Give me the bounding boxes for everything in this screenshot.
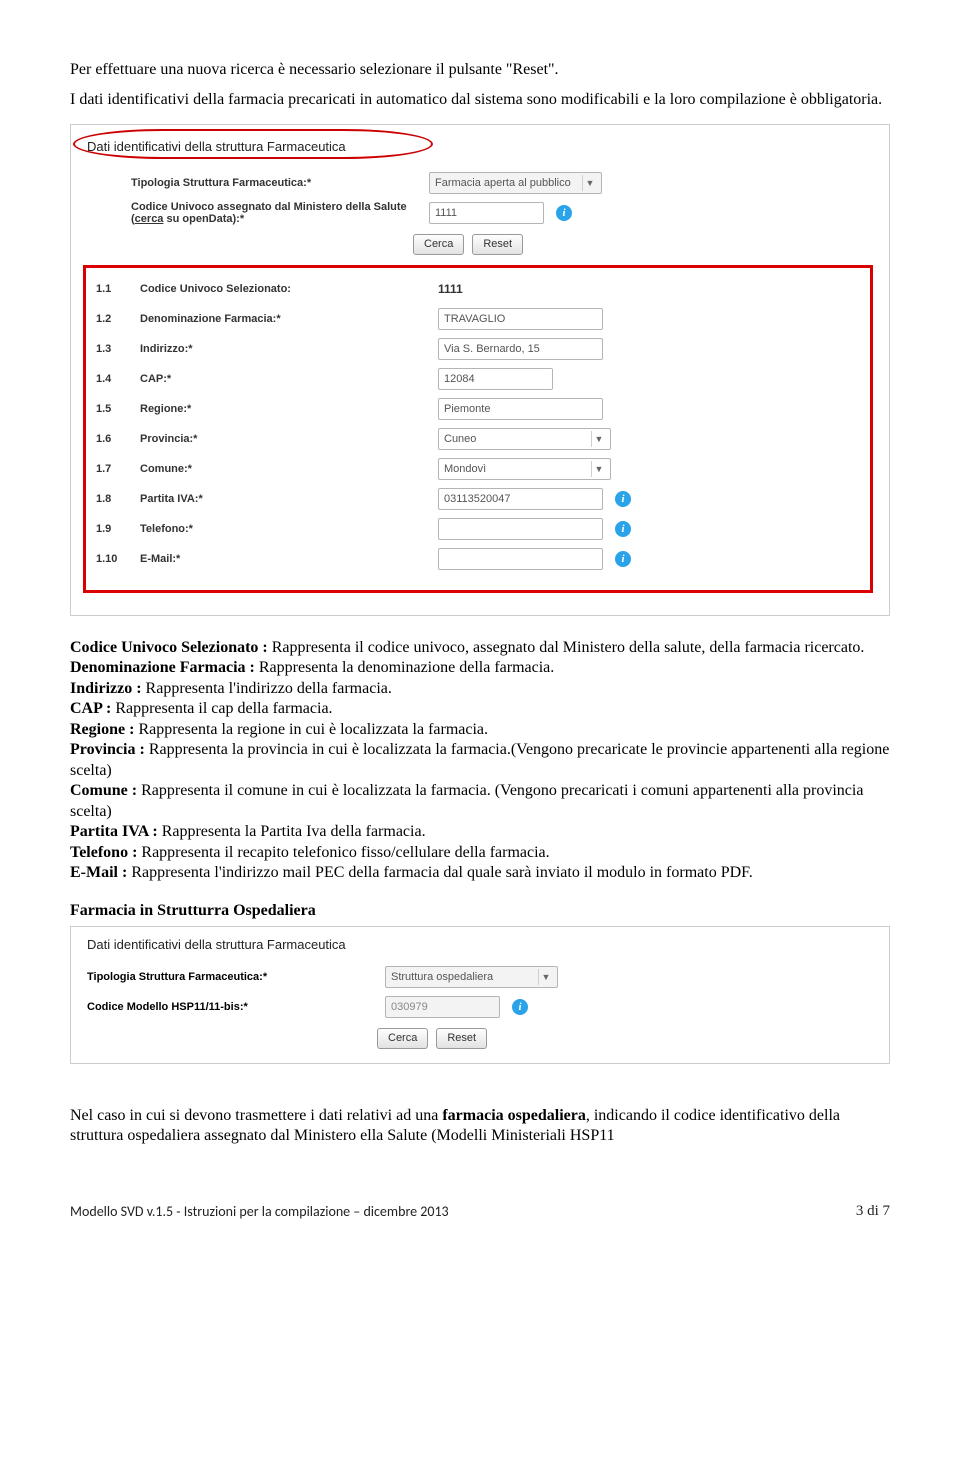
label-codice-hsp: Codice Modello HSP11/11-bis:* (87, 1001, 377, 1013)
label-denominazione: Denominazione Farmacia:* (140, 313, 430, 325)
cerca-button[interactable]: Cerca (413, 234, 464, 255)
desc-label: Telefono : (70, 844, 141, 861)
desc-label: Partita IVA : (70, 823, 162, 840)
desc-text: Rappresenta l'indirizzo della farmacia. (146, 680, 392, 697)
input-codice-univoco[interactable] (429, 202, 544, 224)
closing-bold: farmacia ospedaliera (442, 1107, 586, 1124)
form-panel-1: Dati identificativi della struttura Farm… (70, 124, 890, 616)
select-comune[interactable]: Mondovì ▼ (438, 458, 611, 480)
info-icon[interactable]: i (615, 521, 631, 537)
desc-label: Regione : (70, 721, 138, 738)
row-num: 1.4 (96, 373, 132, 385)
intro-line-2: I dati identificativi della farmacia pre… (70, 90, 890, 110)
row-num: 1.9 (96, 523, 132, 535)
field-descriptions: Codice Univoco Selezionato : Rappresenta… (70, 638, 890, 884)
desc-text: Rappresenta il codice univoco, assegnato… (272, 639, 865, 656)
select-tipologia-2-value: Struttura ospedaliera (391, 971, 493, 983)
row-num: 1.10 (96, 553, 132, 565)
info-icon[interactable]: i (556, 205, 572, 221)
desc-label: CAP : (70, 700, 115, 717)
input-partita-iva[interactable] (438, 488, 603, 510)
select-provincia-value: Cuneo (444, 433, 476, 445)
desc-label: Codice Univoco Selezionato : (70, 639, 272, 656)
form-panel-2: Dati identificativi della struttura Farm… (70, 926, 890, 1064)
select-tipologia-value: Farmacia aperta al pubblico (435, 177, 571, 189)
input-indirizzo[interactable] (438, 338, 603, 360)
panel2-title: Dati identificativi della struttura Farm… (87, 937, 873, 952)
subheading-ospedaliera: Farmacia in Strutturra Ospedaliera (70, 902, 890, 920)
reset-button[interactable]: Reset (472, 234, 523, 255)
desc-text: Rappresenta l'indirizzo mail PEC della f… (131, 864, 752, 881)
desc-label: Comune : (70, 782, 141, 799)
row-num: 1.6 (96, 433, 132, 445)
row-num: 1.3 (96, 343, 132, 355)
info-icon[interactable]: i (615, 551, 631, 567)
desc-text: Rappresenta la provincia in cui è locali… (70, 741, 889, 778)
chevron-down-icon: ▼ (591, 431, 606, 447)
row-num: 1.2 (96, 313, 132, 325)
desc-label: Provincia : (70, 741, 149, 758)
select-tipologia[interactable]: Farmacia aperta al pubblico ▼ (429, 172, 602, 194)
input-codice-hsp[interactable] (385, 996, 500, 1018)
chevron-down-icon: ▼ (538, 969, 553, 985)
label-partita-iva: Partita IVA:* (140, 493, 430, 505)
footer-page-number: 3 di 7 (856, 1203, 890, 1220)
desc-label: Denominazione Farmacia : (70, 659, 259, 676)
row-num: 1.8 (96, 493, 132, 505)
intro-block: Per effettuare una nuova ricerca è neces… (70, 60, 890, 110)
label-telefono: Telefono:* (140, 523, 430, 535)
desc-text: Rappresenta il comune in cui è localizza… (70, 782, 863, 819)
input-email[interactable] (438, 548, 603, 570)
label-tipologia-2: Tipologia Struttura Farmaceutica:* (87, 971, 377, 983)
desc-text: Rappresenta il recapito telefonico fisso… (141, 844, 549, 861)
row-num: 1.1 (96, 283, 132, 295)
info-icon[interactable]: i (512, 999, 528, 1015)
reset-button-2[interactable]: Reset (436, 1028, 487, 1049)
label-email: E-Mail:* (140, 553, 430, 565)
label-provincia: Provincia:* (140, 433, 430, 445)
desc-text: Rappresenta il cap della farmacia. (115, 700, 332, 717)
select-provincia[interactable]: Cuneo ▼ (438, 428, 611, 450)
chevron-down-icon: ▼ (582, 175, 597, 191)
cerca-opendata-link[interactable]: cerca (135, 213, 164, 225)
input-cap[interactable] (438, 368, 553, 390)
input-regione[interactable] (438, 398, 603, 420)
desc-label: E-Mail : (70, 864, 131, 881)
desc-text: Rappresenta la regione in cui è localizz… (138, 721, 488, 738)
desc-text: Rappresenta la denominazione della farma… (259, 659, 554, 676)
page-footer: Modello SVD v.1.5 - Istruzioni per la co… (70, 1197, 890, 1220)
select-comune-value: Mondovì (444, 463, 486, 475)
desc-label: Indirizzo : (70, 680, 146, 697)
row-num: 1.7 (96, 463, 132, 475)
info-icon[interactable]: i (615, 491, 631, 507)
closing-text-a: Nel caso in cui si devono trasmettere i … (70, 1107, 442, 1124)
input-denominazione[interactable] (438, 308, 603, 330)
footer-left: Modello SVD v.1.5 - Istruzioni per la co… (70, 1203, 449, 1220)
panel1-title: Dati identificativi della struttura Farm… (87, 139, 346, 154)
intro-line-1: Per effettuare una nuova ricerca è neces… (70, 60, 890, 80)
label-regione: Regione:* (140, 403, 430, 415)
input-telefono[interactable] (438, 518, 603, 540)
label-codice-univoco: Codice Univoco assegnato dal Ministero d… (131, 201, 421, 225)
row-num: 1.5 (96, 403, 132, 415)
select-tipologia-2[interactable]: Struttura ospedaliera ▼ (385, 966, 558, 988)
highlighted-form-section: 1.1 Codice Univoco Selezionato: 1111 1.2… (83, 265, 873, 593)
label-codice-selezionato: Codice Univoco Selezionato: (140, 283, 430, 295)
value-codice-selezionato: 1111 (438, 282, 463, 296)
label-tipologia: Tipologia Struttura Farmaceutica:* (131, 177, 421, 189)
closing-paragraph: Nel caso in cui si devono trasmettere i … (70, 1106, 890, 1147)
desc-text: Rappresenta la Partita Iva della farmaci… (162, 823, 426, 840)
cerca-button-2[interactable]: Cerca (377, 1028, 428, 1049)
chevron-down-icon: ▼ (591, 461, 606, 477)
label-cap: CAP:* (140, 373, 430, 385)
label-indirizzo: Indirizzo:* (140, 343, 430, 355)
label-codice-text-b: su openData):* (163, 213, 244, 225)
label-comune: Comune:* (140, 463, 430, 475)
